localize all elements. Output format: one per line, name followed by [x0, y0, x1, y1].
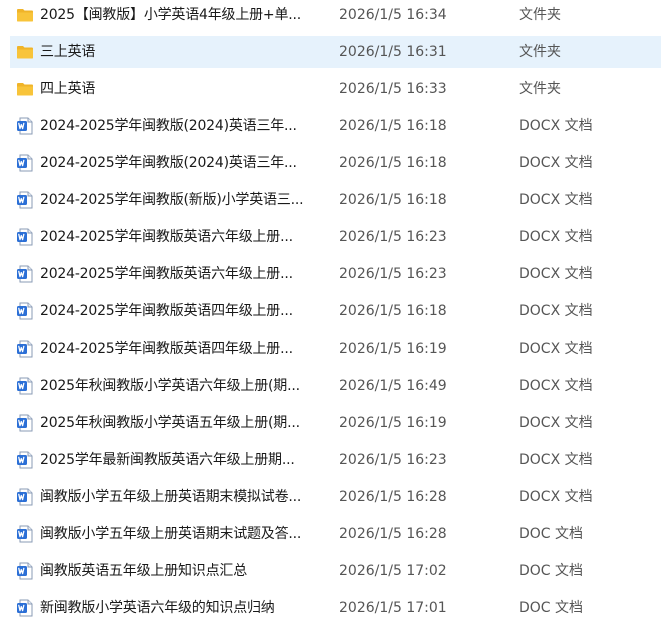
file-name: 2025【闽教版】小学英语4年级上册+单... [40, 7, 302, 23]
file-name: 2025年秋闽教版小学英语六年级上册(期... [40, 377, 300, 394]
file-row[interactable]: 2025学年最新闽教版英语六年级上册期... 2026/1/5 16:23 DO… [10, 444, 661, 476]
file-type: DOCX 文档 [519, 192, 593, 209]
file-type: 文件夹 [519, 7, 561, 23]
file-date-modified: 2026/1/5 16:28 [339, 488, 447, 505]
file-type: DOCX 文档 [519, 451, 593, 468]
file-type: DOCX 文档 [519, 340, 593, 357]
file-row[interactable]: 2024-2025学年闽教版(2024)英语三年... 2026/1/5 16:… [10, 110, 661, 142]
file-row[interactable]: 2024-2025学年闽教版英语六年级上册... 2026/1/5 16:23 … [10, 221, 661, 253]
file-row[interactable]: 2024-2025学年闽教版(2024)英语三年... 2026/1/5 16:… [10, 147, 661, 179]
file-date-modified: 2026/1/5 16:31 [339, 44, 447, 61]
file-type: DOCX 文档 [519, 118, 593, 135]
file-row[interactable]: 2025年秋闽教版小学英语六年级上册(期... 2026/1/5 16:49 D… [10, 370, 661, 402]
file-name: 2025学年最新闽教版英语六年级上册期... [40, 451, 295, 468]
file-date-modified: 2026/1/5 16:18 [339, 303, 447, 320]
file-row[interactable]: 2024-2025学年闽教版英语四年级上册... 2026/1/5 16:18 … [10, 295, 661, 327]
file-row[interactable]: 三上英语 2026/1/5 16:31 文件夹 [10, 36, 661, 69]
word-doc-icon [16, 525, 34, 543]
file-type: DOCX 文档 [519, 414, 593, 431]
file-date-modified: 2026/1/5 16:23 [339, 451, 447, 468]
file-name: 闽教版小学五年级上册英语期末模拟试卷... [40, 488, 302, 505]
file-name: 2024-2025学年闽教版(新版)小学英语三... [40, 192, 304, 209]
word-doc-icon [16, 228, 34, 246]
file-date-modified: 2026/1/5 16:34 [339, 7, 447, 23]
file-name: 2024-2025学年闽教版英语四年级上册... [40, 340, 293, 357]
folder-icon [16, 43, 34, 61]
file-row[interactable]: 2024-2025学年闽教版英语四年级上册... 2026/1/5 16:19 … [10, 333, 661, 365]
file-date-modified: 2026/1/5 16:23 [339, 266, 447, 283]
file-row[interactable]: 闽教版英语五年级上册知识点汇总 2026/1/5 17:02 DOC 文档 [10, 555, 661, 587]
file-row[interactable]: 四上英语 2026/1/5 16:33 文件夹 [10, 73, 661, 105]
word-doc-icon [16, 377, 34, 395]
file-type: DOC 文档 [519, 599, 584, 616]
file-type: DOCX 文档 [519, 488, 593, 505]
file-type: DOCX 文档 [519, 266, 593, 283]
word-doc-icon [16, 302, 34, 320]
file-date-modified: 2026/1/5 16:23 [339, 229, 447, 246]
file-type: DOC 文档 [519, 562, 584, 579]
folder-icon [16, 80, 34, 98]
file-name: 闽教版英语五年级上册知识点汇总 [40, 562, 247, 579]
word-doc-icon [16, 562, 34, 580]
file-date-modified: 2026/1/5 17:02 [339, 562, 447, 579]
file-name: 2024-2025学年闽教版(2024)英语三年... [40, 155, 297, 172]
file-type: 文件夹 [519, 44, 561, 61]
file-name: 四上英语 [40, 81, 96, 98]
file-date-modified: 2026/1/5 16:19 [339, 340, 447, 357]
folder-icon [16, 6, 34, 24]
file-date-modified: 2026/1/5 17:01 [339, 599, 447, 616]
word-doc-icon [16, 117, 34, 135]
file-row[interactable]: 2025【闽教版】小学英语4年级上册+单... 2026/1/5 16:34 文… [10, 0, 661, 31]
file-row[interactable]: 闽教版小学五年级上册英语期末模拟试卷... 2026/1/5 16:28 DOC… [10, 481, 661, 513]
file-name: 闽教版小学五年级上册英语期末试题及答... [40, 525, 302, 542]
file-list: 2025【闽教版】小学英语4年级上册+单... 2026/1/5 16:34 文… [0, 0, 661, 634]
file-date-modified: 2026/1/5 16:18 [339, 192, 447, 209]
word-doc-icon [16, 340, 34, 358]
file-name: 2024-2025学年闽教版(2024)英语三年... [40, 118, 297, 135]
word-doc-icon [16, 265, 34, 283]
word-doc-icon [16, 191, 34, 209]
file-name: 2024-2025学年闽教版英语六年级上册... [40, 229, 293, 246]
file-name: 新闽教版小学英语六年级的知识点归纳 [40, 599, 275, 616]
file-row[interactable]: 2025年秋闽教版小学英语五年级上册(期... 2026/1/5 16:19 D… [10, 407, 661, 439]
file-type: DOC 文档 [519, 525, 584, 542]
file-date-modified: 2026/1/5 16:19 [339, 414, 447, 431]
file-type: DOCX 文档 [519, 229, 593, 246]
file-row[interactable]: 闽教版小学五年级上册英语期末试题及答... 2026/1/5 16:28 DOC… [10, 518, 661, 550]
file-name: 三上英语 [40, 44, 96, 61]
file-date-modified: 2026/1/5 16:18 [339, 155, 447, 172]
file-row[interactable]: 2024-2025学年闽教版(新版)小学英语三... 2026/1/5 16:1… [10, 184, 661, 216]
word-doc-icon [16, 414, 34, 432]
file-type: DOCX 文档 [519, 155, 593, 172]
file-name: 2024-2025学年闽教版英语六年级上册... [40, 266, 293, 283]
file-row[interactable]: 2024-2025学年闽教版英语六年级上册... 2026/1/5 16:23 … [10, 258, 661, 290]
file-name: 2024-2025学年闽教版英语四年级上册... [40, 303, 293, 320]
word-doc-icon [16, 154, 34, 172]
word-doc-icon [16, 599, 34, 617]
word-doc-icon [16, 451, 34, 469]
file-row[interactable]: 新闽教版小学英语六年级的知识点归纳 2026/1/5 17:01 DOC 文档 [10, 592, 661, 624]
file-type: DOCX 文档 [519, 303, 593, 320]
file-date-modified: 2026/1/5 16:18 [339, 118, 447, 135]
file-type: 文件夹 [519, 81, 561, 98]
file-date-modified: 2026/1/5 16:28 [339, 525, 447, 542]
word-doc-icon [16, 488, 34, 506]
file-date-modified: 2026/1/5 16:33 [339, 81, 447, 98]
file-name: 2025年秋闽教版小学英语五年级上册(期... [40, 414, 300, 431]
file-type: DOCX 文档 [519, 377, 593, 394]
file-date-modified: 2026/1/5 16:49 [339, 377, 447, 394]
